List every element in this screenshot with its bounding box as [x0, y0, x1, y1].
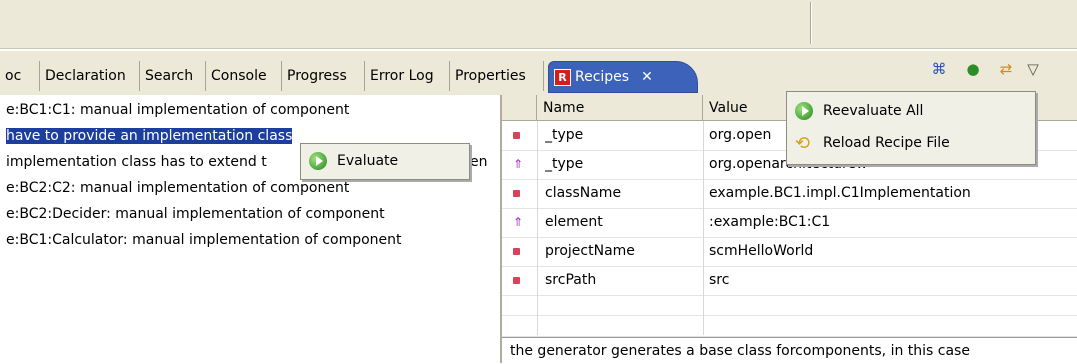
tab-search[interactable]: Search [140, 61, 206, 91]
property-name: projectName [545, 243, 635, 259]
evaluate-menu-item[interactable]: Evaluate [301, 146, 469, 176]
recipe-list: e:BC1:C1: manual implementation of compo… [0, 95, 500, 363]
table-row-empty [502, 316, 1077, 337]
view-tab-bar: oc Declaration Search Console Progress E… [0, 50, 1077, 96]
column-header-name[interactable]: Name [537, 95, 703, 121]
close-icon[interactable]: ✕ [641, 69, 653, 85]
header-label: Name [543, 100, 585, 116]
tab-label: Recipes [575, 69, 630, 85]
property-value: src [709, 272, 730, 288]
collapse-icon[interactable]: ⌘ [928, 58, 950, 80]
tab-error-log[interactable]: Error Log [365, 61, 450, 91]
menu-chevron-icon[interactable]: ▽ [1022, 58, 1044, 80]
property-marker-icon: ⇑ [513, 215, 524, 229]
property-name: className [545, 185, 622, 201]
list-item[interactable]: e:BC2:Decider: manual implementation of … [6, 203, 385, 225]
top-toolbar-area [0, 0, 1077, 49]
tab-label: Error Log [370, 68, 434, 84]
list-item[interactable]: implementation class has to extend t [6, 151, 267, 173]
tab-console[interactable]: Console [206, 61, 282, 91]
header-label: Value [709, 100, 748, 116]
property-name: srcPath [545, 272, 597, 288]
tab-label: Properties [455, 68, 526, 84]
table-row[interactable]: className example.BC1.impl.C1Implementat… [502, 179, 1077, 209]
column-divider [537, 121, 538, 335]
recipes-icon: R [554, 68, 571, 86]
list-item[interactable]: e:BC1:Calculator: manual implementation … [6, 229, 402, 251]
recipe-context-menu: Reevaluate All ⟲ Reload Recipe File [786, 91, 1036, 165]
run-icon[interactable]: ● [962, 58, 984, 80]
list-item-text: e:BC2:C2: manual implementation of compo… [6, 180, 350, 196]
list-item-text: implementation class has to extend t [6, 154, 267, 170]
list-item[interactable]: e:BC1:C1: manual implementation of compo… [6, 99, 349, 121]
menu-item-label: Reevaluate All [823, 103, 924, 119]
property-name: _type [545, 156, 584, 172]
toolbar-separator [810, 2, 812, 44]
property-marker-icon [513, 248, 520, 255]
list-item-selected[interactable]: have to provide an implementation class [6, 125, 293, 147]
tab-label: Progress [287, 68, 347, 84]
list-item-text: e:BC1:C1: manual implementation of compo… [6, 102, 350, 118]
property-marker-icon [513, 190, 520, 197]
property-name: _type [545, 127, 584, 143]
table-row[interactable]: ⇑ element :example:BC1:C1 [502, 208, 1077, 238]
list-item-overflow: en [470, 151, 488, 173]
tab-properties[interactable]: Properties [450, 61, 544, 91]
property-description: the generator generates a base class for… [502, 337, 1077, 363]
tab-declaration[interactable]: Declaration [40, 61, 140, 91]
tab-label: Declaration [45, 68, 126, 84]
sync-icon[interactable]: ⇄ [995, 58, 1017, 80]
table-row[interactable]: srcPath src [502, 266, 1077, 296]
list-item-text: e:BC1:Calculator: manual implementation … [6, 232, 402, 248]
table-row-empty [502, 295, 1077, 316]
column-header-marker [502, 95, 537, 121]
tab-label: Search [145, 68, 194, 84]
tab-progress[interactable]: Progress [282, 61, 365, 91]
property-value: example.BC1.impl.C1Implementation [709, 185, 971, 201]
menu-item-label: Evaluate [337, 153, 399, 169]
list-item-text: en [470, 154, 488, 170]
reload-recipe-file-menu-item[interactable]: ⟲ Reload Recipe File [787, 128, 1035, 158]
list-item-text: e:BC2:Decider: manual implementation of … [6, 206, 385, 222]
run-icon [795, 102, 813, 120]
list-item-text: have to provide an implementation class [6, 128, 293, 144]
property-marker-icon: ⇑ [513, 157, 524, 171]
list-item[interactable]: e:BC2:C2: manual implementation of compo… [6, 177, 349, 199]
tab-label: oc [5, 68, 22, 84]
tab-label: Console [211, 68, 267, 84]
evaluate-menu: Evaluate [300, 143, 470, 180]
property-marker-icon [513, 277, 520, 284]
property-value: :example:BC1:C1 [709, 214, 831, 230]
run-icon [309, 152, 327, 170]
reload-icon: ⟲ [795, 133, 811, 154]
column-divider [703, 121, 704, 335]
table-row[interactable]: projectName scmHelloWorld [502, 237, 1077, 267]
menu-item-label: Reload Recipe File [823, 135, 950, 151]
property-marker-icon [513, 132, 520, 139]
property-name: element [545, 214, 603, 230]
property-value: org.open [709, 127, 772, 143]
reevaluate-all-menu-item[interactable]: Reevaluate All [787, 96, 1035, 126]
tab-recipes[interactable]: R Recipes ✕ [548, 61, 698, 93]
property-value: scmHelloWorld [709, 243, 814, 259]
tab-javadoc[interactable]: oc [0, 61, 40, 91]
